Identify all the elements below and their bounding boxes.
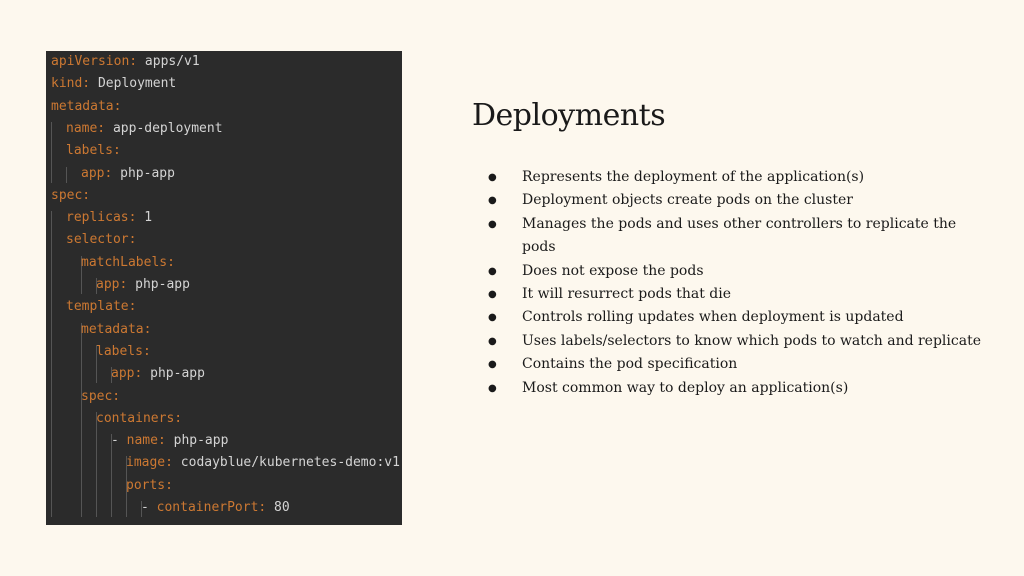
code-line: kind: Deployment: [51, 73, 176, 95]
yaml-value: Deployment: [90, 76, 177, 92]
yaml-key: apiVersion:: [51, 54, 138, 69]
bullet-icon: ●: [488, 359, 497, 371]
yaml-list-dash: -: [141, 500, 157, 515]
code-line: spec:: [51, 185, 90, 207]
bullet-icon: ●: [488, 172, 497, 183]
bullet-text: Does not expose the pods: [522, 262, 704, 279]
list-item: ● Most common way to deploy an applicatio…: [484, 377, 984, 400]
code-line: image: codayblue/kubernetes-demo:v1: [126, 452, 400, 474]
bullet-text: Controls rolling updates when deployment…: [522, 309, 904, 326]
bullet-icon: ●: [488, 335, 497, 347]
yaml-value: php-app: [142, 366, 205, 382]
code-line: app: php-app: [96, 274, 190, 296]
bullet-icon: ●: [488, 382, 497, 394]
yaml-value: php-app: [112, 165, 175, 181]
yaml-value: 80: [266, 500, 290, 515]
yaml-key: spec:: [51, 187, 91, 203]
bullet-list: ● Represents the deployment of the applic…: [484, 166, 984, 400]
yaml-key: ports:: [126, 477, 173, 493]
yaml-key: template:: [66, 299, 137, 315]
yaml-key: kind:: [51, 76, 91, 92]
yaml-key: containers:: [96, 410, 183, 426]
yaml-key: spec:: [81, 388, 121, 404]
list-item: ● Uses labels/selectors to know which pod…: [484, 330, 984, 353]
yaml-value: 1: [136, 210, 153, 226]
bullet-icon: ●: [488, 289, 497, 301]
yaml-list-dash: -: [111, 433, 127, 449]
bullet-text: It will resurrect pods that die: [522, 286, 732, 303]
list-item: ● Controls rolling updates when deploymen…: [484, 306, 984, 329]
yaml-value: app-deployment: [105, 120, 223, 136]
yaml-value: php-app: [127, 277, 190, 292]
bullet-text: Represents the deployment of the applica…: [522, 169, 865, 185]
yaml-key: app:: [96, 277, 128, 292]
yaml-key: app:: [81, 165, 113, 181]
yaml-value: php-app: [165, 433, 229, 449]
indent-guide: [81, 322, 82, 518]
bullet-icon: ●: [488, 195, 497, 207]
bullet-text: Deployment objects create pods on the cl…: [522, 192, 853, 209]
code-line: replicas: 1: [66, 207, 152, 229]
yaml-key: metadata:: [51, 98, 122, 114]
yaml-code-panel: apiVersion: apps/v1 kind: Deployment met…: [46, 51, 402, 525]
bullet-icon: ●: [488, 265, 497, 277]
code-line: app: php-app: [81, 163, 175, 185]
bullet-text: Contains the pod specification: [522, 356, 738, 373]
yaml-key: selector:: [66, 232, 137, 248]
code-line: containers:: [96, 408, 182, 430]
code-line: metadata:: [81, 319, 151, 341]
yaml-value: codayblue/kubernetes-demo:v1: [172, 455, 400, 471]
yaml-key: app:: [111, 366, 143, 382]
bullet-text: Uses labels/selectors to know which pods…: [522, 332, 981, 349]
yaml-key: containerPort:: [156, 500, 267, 515]
bullet-text: Most common way to deploy an application…: [522, 379, 849, 396]
list-item: ● Does not expose the pods: [484, 260, 984, 283]
yaml-key: matchLabels:: [81, 254, 175, 270]
bullet-text: Manages the pods and uses other controll…: [522, 215, 957, 256]
code-line: matchLabels:: [81, 252, 175, 274]
code-line: name: app-deployment: [66, 118, 223, 140]
list-item: ● Represents the deployment of the applic…: [484, 166, 984, 189]
yaml-key: name:: [126, 433, 166, 449]
code-line: apiVersion: apps/v1: [51, 51, 200, 73]
yaml-key: name:: [66, 120, 106, 136]
code-line: labels:: [66, 140, 121, 162]
yaml-value: apps/v1: [137, 54, 200, 69]
code-line: - name: php-app: [111, 430, 228, 452]
yaml-key: image:: [126, 455, 173, 471]
list-item: ● It will resurrect pods that die: [484, 283, 984, 306]
indent-guide: [66, 166, 67, 183]
yaml-key: replicas:: [66, 210, 137, 226]
code-line: - containerPort: 80: [141, 497, 290, 519]
code-line: template:: [66, 296, 136, 318]
slide-title: Deployments: [472, 98, 666, 133]
code-line: spec:: [81, 386, 120, 408]
list-item: ● Manages the pods and uses other control…: [484, 213, 984, 260]
indent-guide: [51, 211, 52, 518]
code-line: metadata:: [51, 96, 121, 118]
indent-guide: [51, 121, 52, 183]
code-line: selector:: [66, 229, 136, 251]
code-line: ports:: [126, 475, 173, 497]
list-item: ● Contains the pod specification: [484, 353, 984, 376]
bullet-icon: ●: [488, 312, 497, 324]
yaml-key: metadata:: [81, 321, 152, 337]
code-line: labels:: [96, 341, 151, 363]
code-line: app: php-app: [111, 363, 205, 385]
list-item: ● Deployment objects create pods on the c…: [484, 189, 984, 212]
bullet-icon: ●: [488, 218, 497, 230]
yaml-key: labels:: [66, 143, 121, 159]
yaml-key: labels:: [96, 343, 151, 359]
